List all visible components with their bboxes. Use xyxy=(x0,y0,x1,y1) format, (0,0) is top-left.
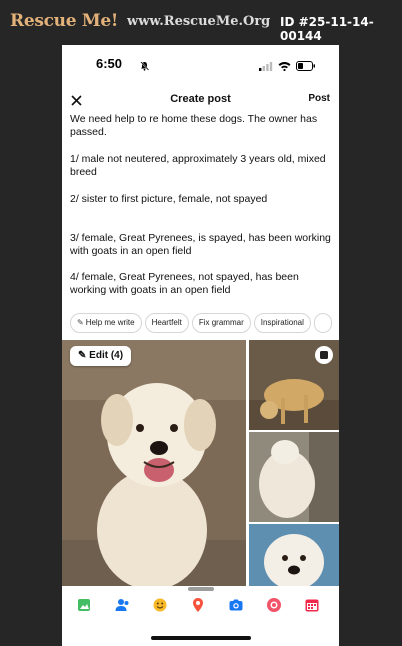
pencil-icon: ✎ xyxy=(78,350,90,361)
edit-label: Edit (4) xyxy=(89,350,124,361)
post-paragraph: 4/ female, Great Pyrenees, not spayed, h… xyxy=(70,271,299,296)
ai-suggestion-chips: ✎ Help me write Heartfelt Fix grammar Inspir… xyxy=(70,313,339,333)
signal-icon xyxy=(259,58,273,76)
feeling-icon[interactable] xyxy=(152,597,168,613)
edit-photos-button[interactable]: ✎ Edit (4) xyxy=(70,346,132,366)
location-icon[interactable] xyxy=(190,597,206,613)
silent-bell-icon xyxy=(140,58,150,76)
rescueme-banner: Rescue Me! www.RescueMe.Org ID #25-11-14… xyxy=(0,0,402,44)
sheet-drag-handle[interactable] xyxy=(188,587,214,591)
photo-grid: ✎ Edit (4) xyxy=(62,340,339,588)
rescueme-logo: Rescue Me! xyxy=(10,11,119,31)
phone-screen: 6:50 Create post Post We need help to re… xyxy=(62,45,339,646)
chip-inspirational[interactable]: Inspirational xyxy=(253,313,311,333)
post-paragraph: 3/ female, Great Pyrenees, is spayed, ha… xyxy=(70,232,331,257)
chip-label: Inspirational xyxy=(260,318,304,327)
home-indicator[interactable] xyxy=(151,636,251,640)
chip-heartfelt[interactable]: Heartfelt xyxy=(144,313,189,333)
photo-edit-badge[interactable] xyxy=(315,346,333,364)
create-post-header: Create post Post xyxy=(62,85,339,113)
page-title: Create post xyxy=(170,93,231,105)
dog-photo-3[interactable] xyxy=(249,432,339,522)
sparkle-icon: ✎ xyxy=(77,318,84,327)
dog-photo-2[interactable] xyxy=(249,340,339,430)
chip-label: Heartfelt xyxy=(151,318,182,327)
site-url: www.RescueMe.Org xyxy=(127,14,271,29)
post-paragraph: 1/ male not neutered, approximately 3 ye… xyxy=(70,153,326,178)
chip-fix-grammar[interactable]: Fix grammar xyxy=(191,313,251,333)
post-paragraph: 2/ sister to first picture, female, not … xyxy=(70,193,268,205)
gif-icon[interactable] xyxy=(266,597,282,613)
chip-label: Help me write xyxy=(85,318,135,327)
post-paragraph: We need help to re home these dogs. The … xyxy=(70,113,318,138)
camera-icon[interactable] xyxy=(228,597,244,613)
post-button[interactable]: Post xyxy=(308,93,330,104)
event-icon[interactable] xyxy=(304,597,320,613)
listing-id: ID #25-11-14-00144 xyxy=(280,15,374,43)
wifi-icon xyxy=(278,58,291,76)
status-time: 6:50 xyxy=(96,56,123,71)
chip-more[interactable] xyxy=(313,313,333,333)
chip-label: Fix grammar xyxy=(198,318,244,327)
chip-help-me-write[interactable]: ✎ Help me write xyxy=(70,313,142,333)
status-bar: 6:50 xyxy=(62,45,339,81)
tag-people-icon[interactable] xyxy=(114,597,130,613)
post-options-toolbar xyxy=(62,593,339,621)
dog-photo-main[interactable]: ✎ Edit (4) xyxy=(62,340,246,586)
battery-icon xyxy=(296,58,316,76)
photo-icon[interactable] xyxy=(76,597,92,613)
dog-photo-4[interactable] xyxy=(249,524,339,586)
